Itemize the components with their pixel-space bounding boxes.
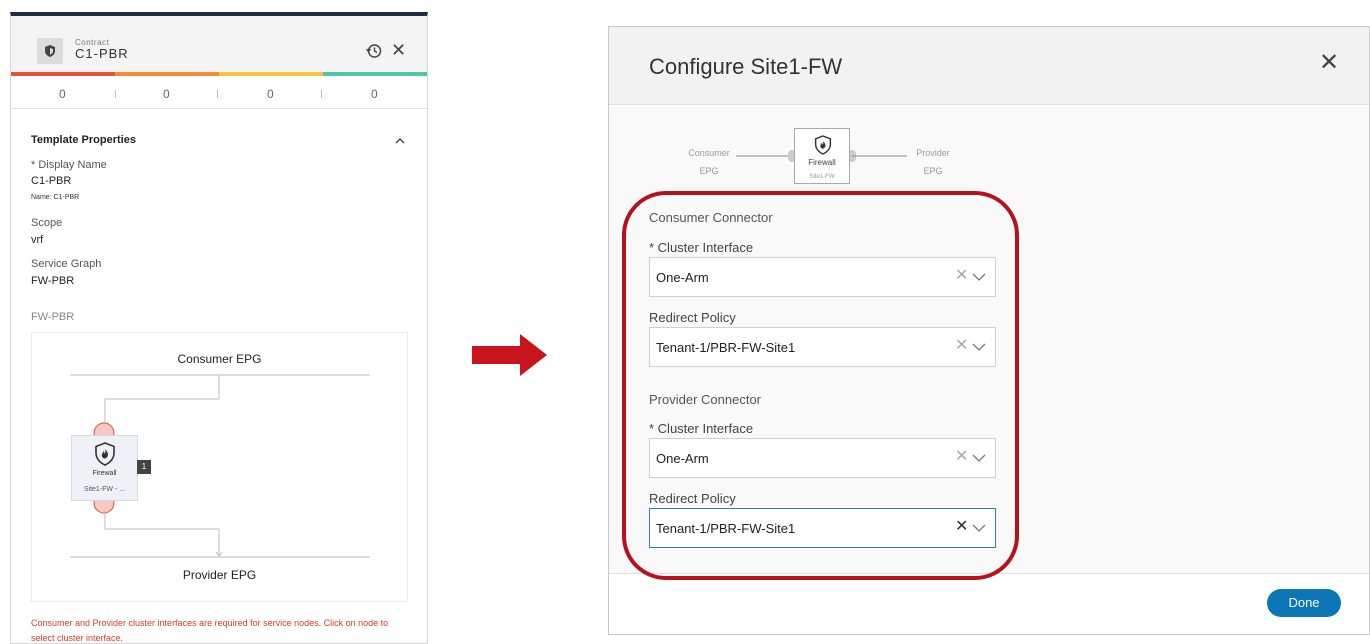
firewall-node[interactable]: Firewall Site1-FW - ... [71, 435, 138, 501]
consumer-redirect-policy-select[interactable]: Tenant-1/PBR-FW-Site1 ✕ [649, 327, 996, 367]
clear-icon[interactable]: ✕ [955, 338, 968, 354]
chevron-down-icon[interactable] [972, 272, 986, 282]
provider-cluster-interface-label: * Cluster Interface [649, 421, 754, 436]
clear-icon[interactable]: ✕ [955, 268, 968, 284]
mini-consumer-line2: EPG [699, 166, 719, 176]
count-divider [321, 90, 322, 98]
mini-consumer-label: Consumer EPG [683, 148, 735, 176]
chevron-up-icon[interactable] [393, 134, 407, 148]
name-sub-value: Name: C1-PBR [31, 194, 80, 201]
mini-node-type-label: Firewall [808, 158, 836, 167]
mini-provider-label: Provider EPG [907, 148, 959, 176]
count-divider [217, 90, 218, 98]
done-button[interactable]: Done [1267, 589, 1341, 617]
chevron-down-icon[interactable] [972, 523, 986, 533]
node-count-badge: 1 [137, 460, 151, 474]
configure-dialog: Configure Site1-FW ✕ Consumer EPG Firewa… [608, 26, 1370, 635]
error-message: Consumer and Provider cluster interfaces… [31, 618, 389, 643]
provider-redirect-policy-label: Redirect Policy [649, 491, 736, 506]
health-counts: 0 0 0 0 [11, 76, 427, 109]
provider-redirect-policy-select[interactable]: Tenant-1/PBR-FW-Site1 ✕ [649, 508, 996, 548]
dialog-footer: Done [609, 573, 1369, 634]
display-name-label: * Display Name [31, 159, 107, 171]
chevron-down-icon[interactable] [972, 453, 986, 463]
mini-consumer-line1: Consumer [688, 148, 730, 158]
display-name-value: C1-PBR [31, 175, 72, 187]
history-icon[interactable] [365, 42, 383, 60]
contract-panel: Contract C1-PBR ✕ 0 0 0 0 Template Prope… [10, 12, 428, 644]
dialog-body: Consumer EPG Firewall Site1-FW Provider … [609, 106, 1369, 573]
count-ok: 0 [371, 87, 378, 101]
node-type-label: Firewall [92, 470, 117, 477]
clear-icon[interactable]: ✕ [955, 519, 968, 535]
service-graph-value: FW-PBR [31, 275, 75, 287]
mini-provider-line2: EPG [923, 166, 943, 176]
count-divider [115, 90, 116, 98]
consumer-redirect-policy-label: Redirect Policy [649, 310, 736, 325]
consumer-connector-title: Consumer Connector [649, 210, 773, 225]
mini-provider-line1: Provider [916, 148, 950, 158]
close-icon[interactable]: ✕ [391, 41, 409, 59]
firewall-icon [95, 442, 115, 466]
mini-node-name-label: Site1-FW [809, 174, 835, 180]
template-properties-title: Template Properties [31, 134, 136, 146]
graph-section-label: FW-PBR [31, 311, 75, 323]
dialog-title: Configure Site1-FW [649, 54, 843, 79]
contract-name: C1-PBR [75, 46, 129, 61]
node-name-label: Site1-FW - ... [83, 486, 126, 493]
scope-value: vrf [31, 234, 44, 246]
clear-icon[interactable]: ✕ [955, 449, 968, 465]
provider-cluster-interface-select[interactable]: One-Arm ✕ [649, 438, 996, 478]
screenshot-canvas: Contract C1-PBR ✕ 0 0 0 0 Template Prope… [0, 0, 1370, 644]
contract-header: Contract C1-PBR ✕ [11, 16, 427, 72]
consumer-cluster-interface-label: * Cluster Interface [649, 240, 754, 255]
right-arrow-icon [472, 334, 547, 376]
contract-shield-icon [37, 38, 63, 64]
close-icon[interactable]: ✕ [1319, 51, 1339, 75]
count-major: 0 [163, 87, 170, 101]
provider-epg-label: Provider EPG [182, 568, 257, 582]
chevron-down-icon[interactable] [972, 342, 986, 352]
count-minor: 0 [267, 87, 274, 101]
provider-cluster-interface-value: One-Arm [656, 451, 709, 466]
consumer-cluster-interface-value: One-Arm [656, 270, 709, 285]
dialog-header: Configure Site1-FW ✕ [609, 27, 1369, 105]
count-critical: 0 [59, 87, 66, 101]
service-graph-diagram: Consumer EPG Firewall Site1-FW - ... 1 P… [31, 332, 408, 602]
service-graph-label: Service Graph [31, 258, 102, 270]
mini-firewall-node: Firewall Site1-FW [794, 128, 850, 184]
consumer-cluster-interface-select[interactable]: One-Arm ✕ [649, 257, 996, 297]
firewall-icon [814, 135, 832, 155]
consumer-redirect-policy-value: Tenant-1/PBR-FW-Site1 [656, 340, 796, 355]
provider-redirect-policy-value: Tenant-1/PBR-FW-Site1 [656, 521, 796, 536]
scope-label: Scope [31, 217, 63, 229]
provider-connector-title: Provider Connector [649, 392, 761, 407]
